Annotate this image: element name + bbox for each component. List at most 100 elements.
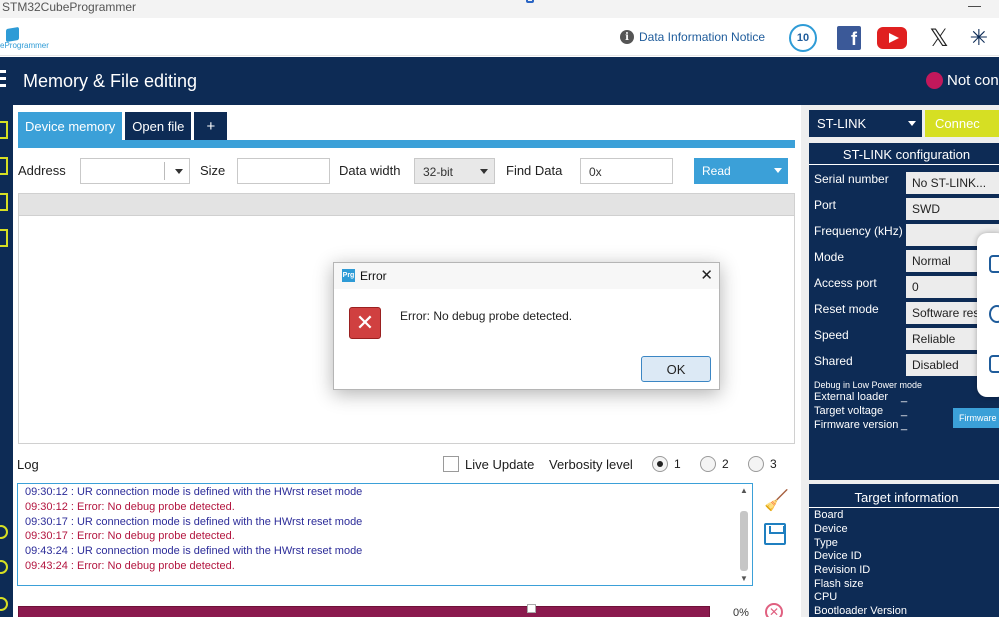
connection-status-text: Not con: [947, 72, 999, 89]
connection-status-dot-icon: [926, 72, 943, 89]
verbosity-level-3: 3: [770, 457, 777, 471]
config-title: ST-LINK configuration: [809, 147, 999, 165]
external-loader-label: External loader: [814, 391, 888, 403]
progress-bar: [18, 604, 710, 617]
scroll-thumb[interactable]: [740, 511, 748, 571]
port-label: Port: [814, 198, 837, 212]
cube-logo: eProgrammer: [0, 26, 60, 50]
error-icon: ✕: [349, 307, 381, 339]
data-information-notice-link[interactable]: i Data Information Notice: [620, 30, 765, 44]
verbosity-radio-1[interactable]: 1: [652, 456, 681, 472]
feedback-icon[interactable]: [989, 355, 999, 373]
taskbar-indicator-icon: [526, 0, 534, 3]
log-output[interactable]: 09:30:12 : UR connection mode is defined…: [17, 483, 753, 586]
tab-add[interactable]: +: [194, 112, 228, 140]
close-icon[interactable]: ✕: [700, 266, 713, 284]
size-label: Size: [200, 163, 226, 178]
error-dialog: Prg Error ✕ ✕ Error: No debug probe dete…: [333, 262, 720, 390]
connect-button[interactable]: Connec: [925, 110, 999, 137]
anniversary-badge-icon[interactable]: 10: [788, 24, 818, 52]
floating-help-bubbles: [977, 233, 999, 397]
window-titlebar: STM32CubeProgrammer —: [0, 0, 999, 18]
firmware-version-label: Firmware version: [814, 419, 899, 431]
app-icon: Prg: [342, 269, 355, 282]
erasing-programming-nav-icon[interactable]: [0, 157, 8, 175]
cube-icon: [6, 26, 19, 43]
firmware-version-value: _: [901, 419, 908, 431]
memory-table-header: [19, 194, 794, 216]
hamburger-menu-icon[interactable]: [0, 70, 6, 90]
log-line: 09:30:12 : Error: No debug probe detecte…: [25, 500, 235, 513]
target-voltage-label: Target voltage: [814, 405, 884, 417]
access-port-label: Access port: [814, 276, 877, 290]
radio-button[interactable]: [652, 456, 668, 472]
live-update-checkbox[interactable]: Live Update: [443, 456, 534, 472]
progress-marker: [527, 604, 536, 613]
save-log-icon[interactable]: [764, 523, 786, 545]
ok-button[interactable]: OK: [641, 356, 711, 382]
interface-select[interactable]: ST-LINK: [809, 110, 922, 137]
memory-read-toolbar: Address Size Data width 32-bit Find Data…: [18, 157, 798, 185]
cancel-icon[interactable]: ✕: [765, 603, 783, 617]
help-icon[interactable]: [989, 305, 999, 323]
log-line: 09:30:12 : UR connection mode is defined…: [25, 486, 363, 498]
serial-number-label: Serial number: [814, 172, 889, 186]
serial-number-select[interactable]: No ST-LINK...: [906, 172, 999, 194]
clear-log-broom-icon[interactable]: 🧹: [764, 488, 789, 513]
x-twitter-icon[interactable]: 𝕏: [924, 25, 954, 52]
target-revision-id-label: Revision ID: [814, 564, 871, 576]
address-label: Address: [18, 163, 66, 178]
option-bytes-nav-icon[interactable]: [0, 193, 8, 211]
info-nav-icon[interactable]: [0, 597, 8, 611]
verbosity-radio-2[interactable]: 2: [700, 456, 729, 472]
tab-device-memory[interactable]: Device memory: [18, 112, 123, 140]
page-header: Memory & File editing Not con: [0, 57, 999, 105]
firmware-upgrade-button[interactable]: Firmware: [953, 408, 999, 428]
external-loader-value: _: [901, 391, 908, 403]
radio-button[interactable]: [748, 456, 764, 472]
log-line: 09:30:17 : Error: No debug probe detecte…: [25, 530, 235, 543]
help-nav-icon[interactable]: [0, 525, 8, 539]
facebook-icon[interactable]: f: [834, 25, 864, 51]
find-data-label: Find Data: [506, 163, 563, 178]
scroll-up-icon[interactable]: ▲: [740, 486, 748, 495]
dialog-title: Error: [360, 269, 387, 283]
scroll-down-icon[interactable]: ▼: [740, 574, 748, 583]
verbosity-level-1: 1: [674, 457, 681, 471]
address-combobox[interactable]: [80, 158, 190, 184]
tab-open-file[interactable]: Open file: [125, 112, 192, 140]
log-scrollbar[interactable]: ▲ ▼: [738, 486, 750, 583]
chat-icon[interactable]: [989, 255, 999, 273]
verbosity-level-2: 2: [722, 457, 729, 471]
target-device-id-label: Device ID: [814, 550, 862, 562]
data-width-value: 32-bit: [423, 165, 454, 179]
target-type-label: Type: [814, 537, 838, 549]
size-input[interactable]: [237, 158, 330, 184]
read-button[interactable]: Read: [694, 158, 788, 184]
target-bootloader-label: Bootloader Version: [814, 605, 907, 617]
logo-label: eProgrammer: [0, 41, 49, 50]
info-icon: i: [620, 30, 634, 44]
memory-editing-nav-icon[interactable]: [0, 121, 8, 139]
target-voltage-value: _: [901, 405, 908, 417]
log-nav-icon[interactable]: [0, 560, 8, 574]
port-select[interactable]: SWD: [906, 198, 999, 220]
shared-label: Shared: [814, 354, 853, 368]
data-width-select[interactable]: 32-bit: [414, 158, 495, 184]
verbosity-radio-3[interactable]: 3: [748, 456, 777, 472]
chevron-down-icon: [480, 169, 488, 174]
read-label: Read: [702, 164, 731, 178]
target-flash-size-label: Flash size: [814, 578, 864, 590]
frequency-label: Frequency (kHz): [814, 224, 903, 238]
window-title: STM32CubeProgrammer: [2, 0, 137, 14]
find-data-input[interactable]: 0x: [580, 158, 673, 184]
live-update-check[interactable]: [443, 456, 459, 472]
stlink-configuration-panel: ST-LINK configuration Serial number No S…: [809, 143, 999, 480]
radio-button[interactable]: [700, 456, 716, 472]
speed-label: Speed: [814, 328, 849, 342]
youtube-icon[interactable]: [877, 25, 907, 51]
minimize-icon[interactable]: —: [968, 0, 981, 13]
secure-nav-icon[interactable]: [0, 229, 8, 247]
chevron-down-icon: [908, 121, 916, 126]
community-network-icon[interactable]: ✳: [964, 25, 994, 51]
